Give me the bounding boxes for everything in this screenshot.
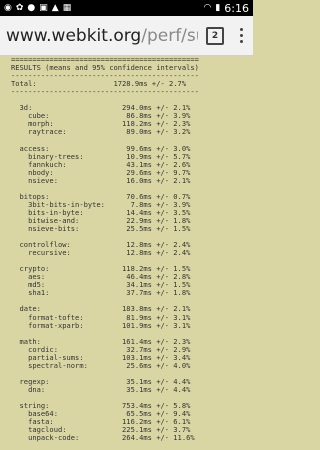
url-path: /perf/sun — [141, 25, 198, 46]
benchmark-test-line: nsieve: 16.0ms +/- 2.1% — [11, 175, 191, 185]
benchmark-test-line: raytrace: 89.0ms +/- 3.2% — [11, 127, 191, 137]
warning-icon: ▲ — [51, 3, 59, 13]
benchmark-test-line: dna: 35.1ms +/- 4.4% — [11, 384, 191, 394]
benchmark-test-line: format-xparb: 101.9ms +/- 3.1% — [11, 320, 191, 330]
url-bar[interactable]: www.webkit.org/perf/sun — [6, 26, 198, 46]
wifi-icon: ◠ — [203, 3, 212, 13]
page-content: ========================================… — [0, 56, 253, 450]
results-text: ========================================… — [0, 56, 253, 450]
recorder-icon: ● — [27, 3, 36, 13]
chrome-icon: ◉ — [4, 3, 12, 13]
battery-icon: ▮ — [215, 3, 221, 13]
notification-icons: ◉ ✿ ● ▣ ▲ ▦ — [4, 0, 71, 16]
image-icon: ▦ — [62, 3, 72, 13]
url-host: www.webkit.org — [6, 25, 142, 46]
overflow-menu-icon[interactable] — [234, 28, 249, 43]
tab-switcher-button[interactable]: 2 — [206, 26, 224, 45]
robot-icon: ✿ — [15, 3, 24, 13]
benchmark-test-line: recursive: 12.8ms +/- 2.4% — [11, 248, 191, 258]
system-icons: ◠ ▮ 6:16 — [203, 0, 249, 16]
benchmark-test-line: nsieve-bits: 25.5ms +/- 1.5% — [11, 223, 191, 233]
status-bar: ◉ ✿ ● ▣ ▲ ▦ ◠ ▮ 6:16 — [0, 0, 253, 16]
clock: 6:16 — [224, 1, 249, 15]
benchmark-test-line: sha1: 37.7ms +/- 1.8% — [11, 288, 191, 298]
separator-line: ----------------------------------------… — [11, 87, 199, 97]
benchmark-test-line: spectral-norm: 25.6ms +/- 4.0% — [11, 360, 191, 370]
no-sim-icon: ▣ — [39, 3, 48, 13]
browser-toolbar: www.webkit.org/perf/sun 2 — [0, 16, 253, 56]
benchmark-test-line: unpack-code: 264.4ms +/- 11.6% — [11, 433, 195, 443]
